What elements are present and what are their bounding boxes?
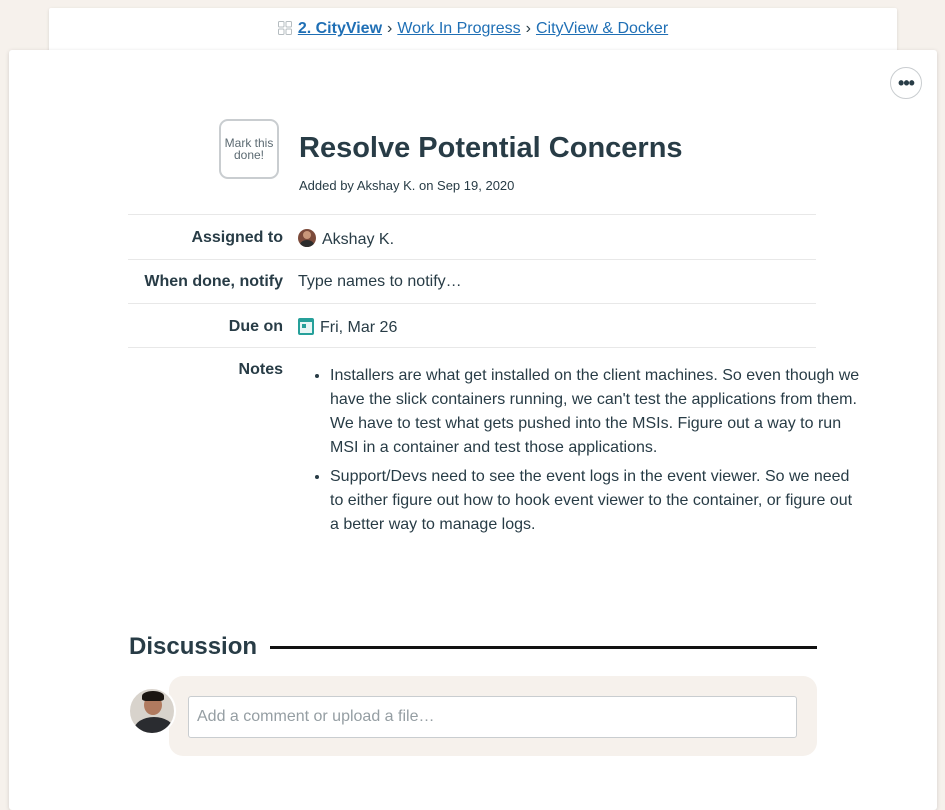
comment-input[interactable] [188,696,797,738]
grid-icon [277,21,292,35]
breadcrumb-item-link[interactable]: CityView & Docker [536,20,668,37]
assigned-row: Assigned to Akshay K. [128,214,816,259]
due-date[interactable]: Fri, Mar 26 [298,318,397,337]
breadcrumb-separator: › [525,20,531,37]
assigned-label: Assigned to [191,229,283,246]
avatar [298,229,316,247]
notes-label: Notes [238,361,283,378]
assignee[interactable]: Akshay K. [298,229,394,249]
breadcrumb-project-link[interactable]: 2. CityView [298,20,382,37]
divider [270,645,817,649]
notify-label: When done, notify [144,273,283,290]
more-options-button[interactable]: ••• [890,67,922,99]
notify-row: When done, notify Type names to notify… [128,259,816,303]
discussion-heading: Discussion [129,633,258,660]
assignee-name: Akshay K. [322,231,395,248]
notify-input[interactable]: Type names to notify… [298,273,462,291]
avatar [128,687,176,735]
calendar-icon [298,318,314,335]
breadcrumb-list-link[interactable]: Work In Progress [397,20,520,37]
notes-list: Installers are what get installed on the… [298,364,860,542]
list-item: Installers are what get installed on the… [330,364,860,460]
breadcrumb: 2. CityView › Work In Progress › CityView & … [49,20,897,38]
notes-row: Notes [128,347,816,378]
due-label: Due on [228,318,283,335]
due-row: Due on Fri, Mar 26 [128,303,816,348]
mark-done-button[interactable]: Mark this done! [219,119,279,179]
discussion-header: Discussion [129,633,817,661]
todo-card: ••• Mark this done! Resolve Potential Co… [9,50,937,810]
more-options-icon: ••• [898,73,915,93]
list-item: Support/Devs need to see the event logs … [330,465,860,537]
todo-title: Resolve Potential Concerns [299,132,683,164]
added-by-text: Added by Akshay K. on Sep 19, 2020 [299,178,515,193]
due-date-value: Fri, Mar 26 [320,319,398,336]
breadcrumb-bar: 2. CityView › Work In Progress › CityView & … [49,8,897,52]
breadcrumb-separator: › [387,20,393,37]
